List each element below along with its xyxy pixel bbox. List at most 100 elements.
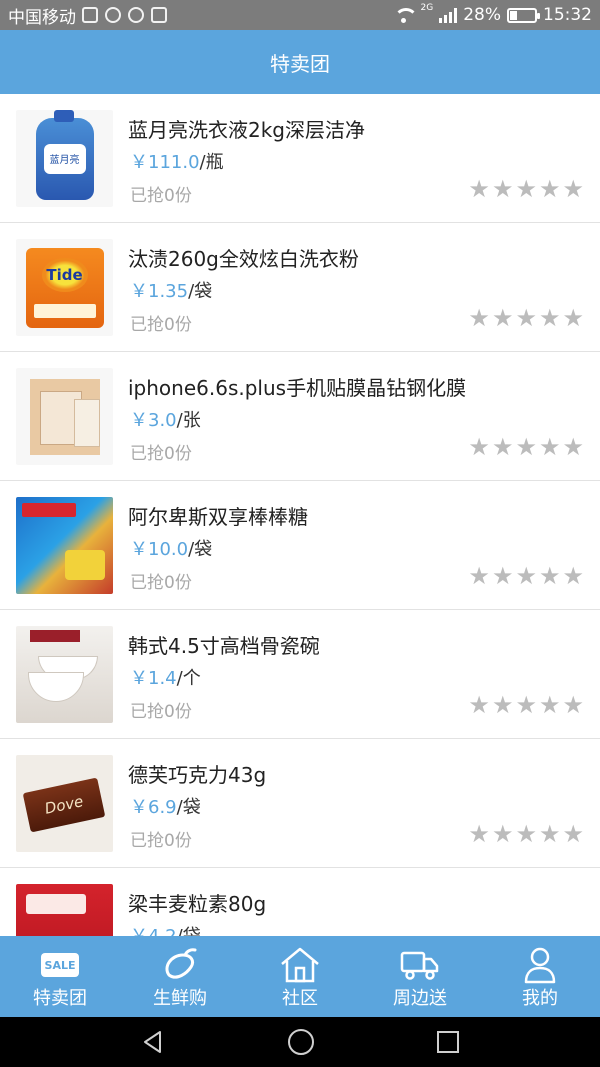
wifi-icon xyxy=(393,7,418,23)
bowl-image xyxy=(16,626,113,723)
lollipop-image xyxy=(16,497,113,594)
grabbed-count: 已抢0份 xyxy=(130,186,192,206)
eggplant-icon xyxy=(161,945,199,985)
user-icon xyxy=(523,945,557,985)
product-title: iphone6.6s.plus手机贴膜晶钻钢化膜 xyxy=(128,376,467,400)
star-icon: ★ xyxy=(468,175,490,203)
screen-protector-image xyxy=(16,368,113,465)
tab-label: 特卖团 xyxy=(33,988,87,1009)
star-icon: ★ xyxy=(515,820,537,848)
battery-percent: 28% xyxy=(463,5,501,25)
home-button-icon[interactable] xyxy=(287,1028,315,1056)
tab-label: 社区 xyxy=(282,988,318,1009)
product-title: 梁丰麦粒素80g xyxy=(128,892,267,916)
page-header: 特卖团 xyxy=(0,30,600,94)
product-item[interactable]: iphone6.6s.plus手机贴膜晶钻钢化膜 ￥3.0/张 已抢0份 ★ ★ ★… xyxy=(0,352,600,481)
star-icon: ★ xyxy=(538,304,561,332)
star-icon: ★ xyxy=(562,691,584,719)
product-price: ￥6.9/袋 xyxy=(130,797,201,818)
star-icon: ★ xyxy=(491,175,514,203)
clock: 15:32 xyxy=(543,5,592,25)
app-notification-icon xyxy=(128,7,144,23)
tab-label: 生鲜购 xyxy=(153,988,207,1009)
star-rating: ★ ★ ★ ★ ★ xyxy=(468,693,584,717)
chocolate-image: Dove xyxy=(16,755,113,852)
star-rating: ★ ★ ★ ★ ★ xyxy=(468,435,584,459)
star-rating: ★ ★ ★ ★ ★ xyxy=(468,564,584,588)
star-icon: ★ xyxy=(538,433,561,461)
tab-label: 周边送 xyxy=(393,988,447,1009)
grabbed-count: 已抢0份 xyxy=(130,702,192,722)
star-icon: ★ xyxy=(562,304,584,332)
product-item[interactable]: 梁丰麦粒素80g ￥4.2/袋 xyxy=(0,868,600,936)
star-icon: ★ xyxy=(491,433,514,461)
washing-powder-image: Tide xyxy=(16,239,113,336)
detergent-bottle-image: 蓝月亮 xyxy=(16,110,113,207)
grabbed-count: 已抢0份 xyxy=(130,315,192,335)
status-bar: 中国移动 2G 28% 15:32 xyxy=(0,0,600,30)
star-icon: ★ xyxy=(468,433,490,461)
star-icon: ★ xyxy=(515,433,537,461)
cereal-image xyxy=(16,884,113,936)
star-icon: ★ xyxy=(515,175,537,203)
star-icon: ★ xyxy=(515,304,537,332)
star-icon: ★ xyxy=(468,304,490,332)
product-item[interactable]: 蓝月亮 蓝月亮洗衣液2kg深层洁净 ￥111.0/瓶 已抢0份 ★ ★ ★ ★ ★ xyxy=(0,94,600,223)
product-list[interactable]: 蓝月亮 蓝月亮洗衣液2kg深层洁净 ￥111.0/瓶 已抢0份 ★ ★ ★ ★ ★ Ti… xyxy=(0,94,600,936)
product-price: ￥10.0/袋 xyxy=(130,539,213,560)
product-item[interactable]: Dove 德芙巧克力43g ￥6.9/袋 已抢0份 ★ ★ ★ ★ ★ xyxy=(0,739,600,868)
star-icon: ★ xyxy=(468,691,490,719)
back-icon[interactable] xyxy=(140,1029,166,1055)
star-icon: ★ xyxy=(491,562,514,590)
star-rating: ★ ★ ★ ★ ★ xyxy=(468,306,584,330)
product-price: ￥111.0/瓶 xyxy=(130,152,224,173)
product-title: 阿尔卑斯双享棒棒糖 xyxy=(128,505,308,529)
star-icon: ★ xyxy=(562,820,584,848)
carrier-name: 中国移动 xyxy=(8,7,76,28)
star-icon: ★ xyxy=(491,691,514,719)
page-title: 特卖团 xyxy=(270,51,330,76)
truck-icon xyxy=(400,945,440,985)
product-title: 德芙巧克力43g xyxy=(128,763,267,787)
battery-icon xyxy=(507,7,540,23)
grabbed-count: 已抢0份 xyxy=(130,444,192,464)
star-icon: ★ xyxy=(538,175,561,203)
product-price: ￥1.35/袋 xyxy=(130,281,213,302)
network-type: 2G xyxy=(420,3,434,13)
star-icon: ★ xyxy=(468,562,490,590)
sync-notification-icon xyxy=(105,7,121,23)
tab-community[interactable]: 社区 xyxy=(240,936,360,1017)
star-icon: ★ xyxy=(468,820,490,848)
star-icon: ★ xyxy=(515,562,537,590)
star-icon: ★ xyxy=(538,691,561,719)
star-icon: ★ xyxy=(538,820,561,848)
star-icon: ★ xyxy=(562,433,584,461)
sale-icon: SALE xyxy=(41,945,79,985)
star-icon: ★ xyxy=(562,175,584,203)
tab-sale[interactable]: SALE 特卖团 xyxy=(0,936,120,1017)
star-rating: ★ ★ ★ ★ ★ xyxy=(468,822,584,846)
star-icon: ★ xyxy=(515,691,537,719)
star-rating: ★ ★ ★ ★ ★ xyxy=(468,177,584,201)
product-item[interactable]: 阿尔卑斯双享棒棒糖 ￥10.0/袋 已抢0份 ★ ★ ★ ★ ★ xyxy=(0,481,600,610)
product-title: 蓝月亮洗衣液2kg深层洁净 xyxy=(128,118,366,142)
app-screen: 中国移动 2G 28% 15:32 特卖团 蓝月亮 蓝月亮洗衣液2kg深层洁净 … xyxy=(0,0,600,1067)
product-title: 汰渍260g全效炫白洗衣粉 xyxy=(128,247,359,271)
product-price: ￥1.4/个 xyxy=(130,668,201,689)
grabbed-count: 已抢0份 xyxy=(130,573,192,593)
product-item[interactable]: 韩式4.5寸高档骨瓷碗 ￥1.4/个 已抢0份 ★ ★ ★ ★ ★ xyxy=(0,610,600,739)
product-item[interactable]: Tide 汰渍260g全效炫白洗衣粉 ￥1.35/袋 已抢0份 ★ ★ ★ ★ ★ xyxy=(0,223,600,352)
tab-fresh[interactable]: 生鲜购 xyxy=(120,936,240,1017)
star-icon: ★ xyxy=(491,304,514,332)
star-icon: ★ xyxy=(562,562,584,590)
keyboard-notification-icon xyxy=(151,7,167,23)
product-price: ￥4.2/袋 xyxy=(130,922,201,936)
star-icon: ★ xyxy=(491,820,514,848)
bottom-tab-bar: SALE 特卖团 生鲜购 社区 周边送 我的 xyxy=(0,936,600,1017)
grabbed-count: 已抢0份 xyxy=(130,831,192,851)
product-price: ￥3.0/张 xyxy=(130,410,201,431)
signal-icon xyxy=(439,7,458,23)
tab-mine[interactable]: 我的 xyxy=(480,936,600,1017)
recents-icon[interactable] xyxy=(436,1030,460,1054)
tab-nearby[interactable]: 周边送 xyxy=(360,936,480,1017)
